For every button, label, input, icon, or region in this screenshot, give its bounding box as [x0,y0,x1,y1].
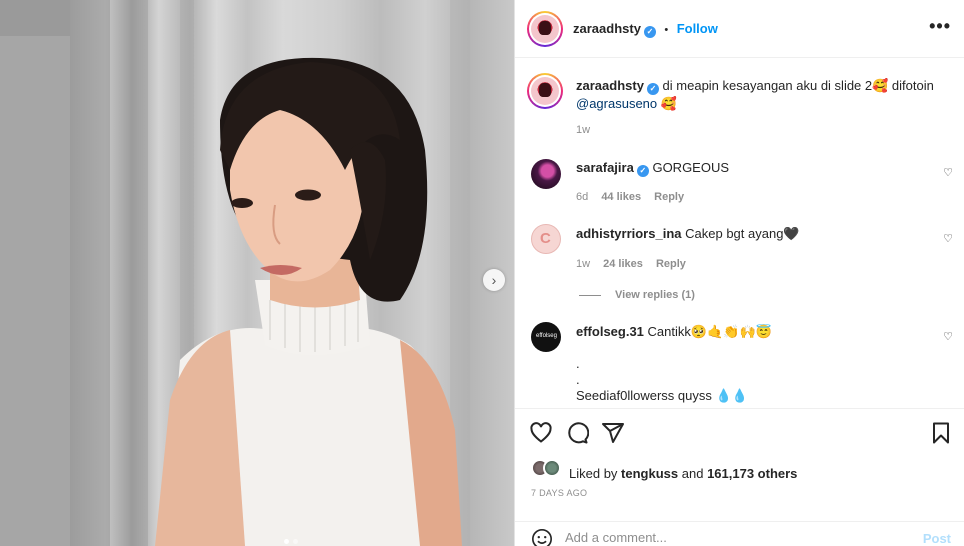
comment-like-count[interactable]: 24 likes [603,258,643,270]
backdrop-band [0,0,70,36]
view-replies-button[interactable]: View replies (1) [615,289,695,301]
comment-meta: 6d 44 likes Reply [576,191,694,203]
caption-text: di meapin kesayangan aku di slide 2🥰 dif… [662,78,934,93]
comment-body: effolseg.31 Cantikk🥺🤙👏🙌😇 [576,323,772,341]
comment-reply-button[interactable]: Reply [656,258,686,270]
post-actions: Liked by tengkuss and 161,173 others 7 D… [515,408,964,546]
comment-body: sarafajira ✓ GORGEOUS [576,159,729,177]
liked-by-text: Liked by tengkuss and 161,173 others [569,466,797,481]
comment-username[interactable]: effolseg.31 [576,324,644,339]
comment-username[interactable]: adhistyrriors_ina [576,226,682,241]
post-photo: › [70,0,514,546]
caption-emoji: 🥰 [660,96,677,111]
modal-backdrop[interactable] [0,0,70,546]
portrait-illustration [70,0,470,546]
comment-input[interactable] [565,530,905,545]
liked-by-avatars [531,459,567,479]
caption-username[interactable]: zaraadhsty [576,78,644,93]
comment-time: 1w [576,258,591,270]
verified-badge-icon: ✓ [636,165,649,177]
bookmark-icon[interactable] [929,421,953,445]
verified-badge-icon: ✓ [646,83,659,95]
comment-meta: 1w 24 likes Reply [576,258,696,270]
liker-avatar [543,459,561,477]
commenter-avatar[interactable] [531,159,561,189]
caption-time: 1w [576,124,591,136]
commenter-avatar[interactable]: effolseg [531,322,561,352]
comment-like-heart-icon[interactable]: ♡ [943,330,953,343]
verified-badge-icon: ✓ [643,26,656,38]
add-comment-bar: Post [515,521,964,546]
comment-like-heart-icon[interactable]: ♡ [943,232,953,245]
commenter-avatar[interactable]: C [531,224,561,254]
comment-reply-button[interactable]: Reply [654,191,684,203]
more-options-icon[interactable]: ••• [929,16,951,37]
comment-text: Cakep bgt ayang🖤 [685,226,800,241]
follow-button[interactable]: Follow [677,21,718,36]
comment-username[interactable]: sarafajira [576,160,634,175]
comment-icon[interactable] [565,421,589,445]
post-date: 7 DAYS AGO [531,488,588,498]
emoji-icon[interactable] [531,528,553,546]
liked-by-prefix: Liked by [569,466,618,481]
author-username[interactable]: zaraadhsty [573,21,641,36]
carousel-indicator [284,539,298,544]
liked-by-others-link[interactable]: 161,173 others [707,466,797,481]
comment-like-heart-icon[interactable]: ♡ [943,166,953,179]
carousel-next-button[interactable]: › [483,269,505,291]
liked-by-user-link[interactable]: tengkuss [621,466,678,481]
liked-by-mid: and [681,466,704,481]
header-separator: • [664,24,669,36]
comment-body: adhistyrriors_ina Cakep bgt ayang🖤 [576,225,800,243]
comment-text: Cantikk🥺🤙👏🙌😇 [647,324,772,339]
post-comment-button[interactable]: Post [923,531,951,546]
author-avatar[interactable] [527,11,563,47]
post-details-panel: zaraadhsty ✓ • Follow ••• zaraadhsty ✓ di … [514,0,964,546]
carousel-dot-active [284,539,289,544]
comment-like-count[interactable]: 44 likes [601,191,641,203]
caption-author-avatar[interactable] [527,73,563,109]
caption: zaraadhsty ✓ di meapin kesayangan aku di … [576,77,946,113]
comments-list[interactable]: zaraadhsty ✓ di meapin kesayangan aku di … [515,58,964,408]
view-replies-divider [579,295,601,296]
heart-icon[interactable] [529,421,553,445]
post-header: zaraadhsty ✓ • Follow ••• [515,0,964,58]
comment-line: Seediaf0llowerss quyss 💧💧 [576,388,748,403]
caption-mention-link[interactable]: @agrasuseno [576,96,657,111]
share-icon[interactable] [601,421,625,445]
carousel-dot [293,539,298,544]
comment-time: 6d [576,191,589,203]
comment-text: GORGEOUS [652,160,730,175]
